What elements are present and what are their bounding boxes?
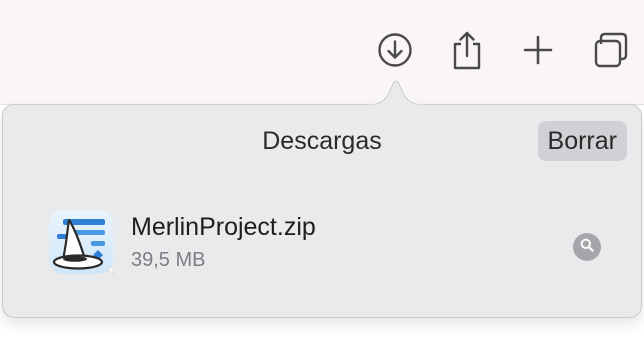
clear-button[interactable]: Borrar [537, 121, 627, 161]
share-button[interactable] [445, 28, 489, 72]
popover-arrow [368, 80, 424, 106]
download-item[interactable]: MerlinProject.zip 39,5 MB [43, 205, 623, 285]
share-icon [450, 30, 484, 70]
tabs-overview-icon [593, 31, 631, 69]
file-size: 39,5 MB [131, 249, 206, 271]
merlin-project-app-icon [45, 207, 117, 279]
new-tab-button[interactable] [516, 28, 560, 72]
reveal-in-finder-button[interactable] [573, 233, 601, 261]
downloads-popover: Descargas Borrar MerlinProject.zip 39,5 … [2, 104, 642, 318]
download-icon [377, 32, 413, 68]
tab-overview-button[interactable] [590, 28, 634, 72]
magnifier-icon [579, 237, 595, 258]
downloads-button[interactable] [373, 28, 417, 72]
plus-icon [522, 34, 554, 66]
file-name: MerlinProject.zip [131, 213, 316, 241]
browser-toolbar [0, 0, 644, 105]
